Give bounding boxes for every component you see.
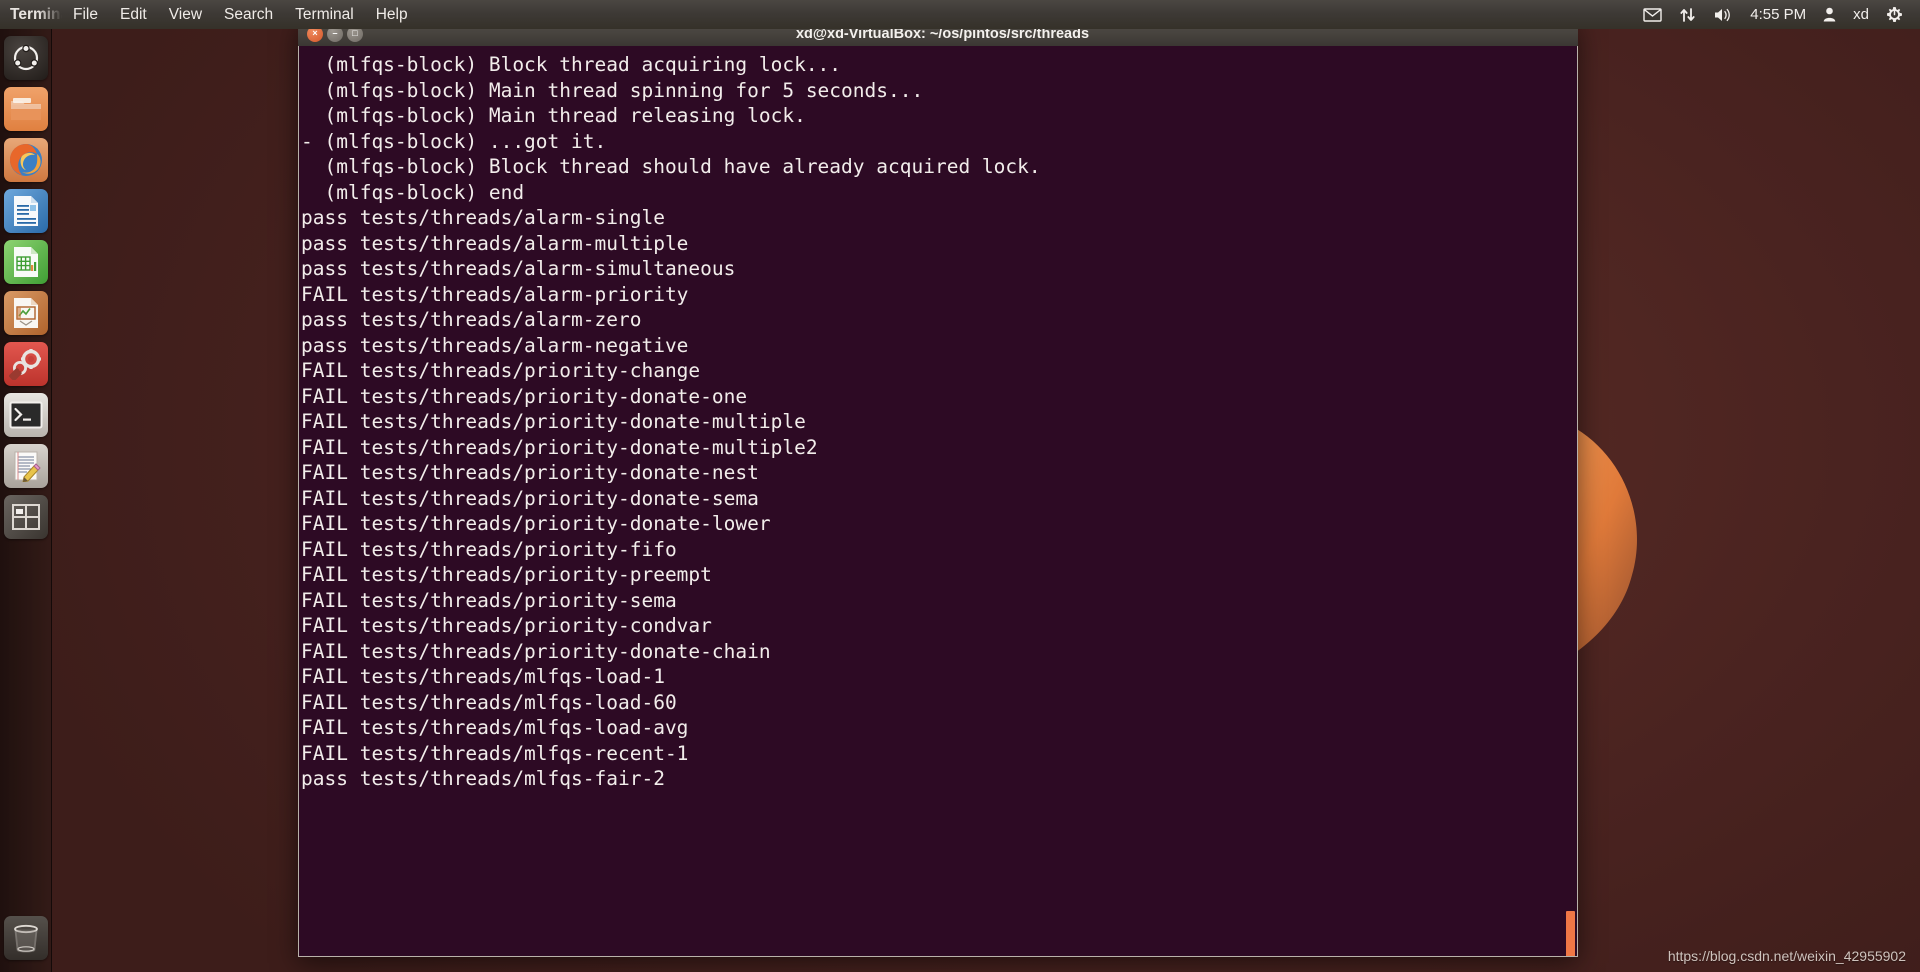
- menu-help[interactable]: Help: [365, 4, 419, 26]
- launcher-item-trash[interactable]: [4, 916, 48, 960]
- terminal-line: pass tests/threads/mlfqs-fair-2: [301, 767, 665, 790]
- envelope-icon[interactable]: [1636, 2, 1669, 28]
- menu-edit[interactable]: Edit: [109, 4, 158, 26]
- presentation-impress-icon: [13, 298, 38, 328]
- terminal-line: pass tests/threads/alarm-negative: [301, 333, 689, 357]
- terminal-line: (mlfqs-block) Block thread acquiring loc…: [301, 53, 842, 76]
- terminal-line: FAIL tests/threads/mlfqs-load-avg: [301, 716, 689, 739]
- unity-launcher: [0, 29, 52, 972]
- gear-power-icon[interactable]: [1879, 2, 1910, 28]
- ubuntu-logo-icon: [13, 44, 38, 71]
- menu-file[interactable]: File: [62, 4, 109, 26]
- maximize-icon: □: [352, 28, 358, 38]
- terminal-line: FAIL tests/threads/priority-donate-multi…: [301, 435, 818, 459]
- launcher-item-system-settings[interactable]: [3, 342, 48, 386]
- workspace-grid-icon: [11, 504, 40, 530]
- terminal-prompt-icon: [9, 401, 42, 429]
- terminal-line: pass tests/threads/alarm-multiple: [301, 231, 689, 255]
- menu-terminal[interactable]: Terminal: [284, 4, 365, 26]
- terminal-line: FAIL tests/threads/priority-donate-nest: [301, 461, 759, 484]
- terminal-line: pass tests/threads/alarm-zero: [301, 308, 642, 331]
- user-icon[interactable]: [1816, 2, 1843, 28]
- terminal-body[interactable]: (mlfqs-block) Block thread acquiring loc…: [298, 46, 1578, 957]
- desktop-background: Terminal File Edit View Search Terminal …: [0, 0, 1920, 972]
- terminal-line: FAIL tests/threads/mlfqs-load-60: [301, 690, 677, 714]
- launcher-item-libreoffice-calc[interactable]: [3, 240, 48, 284]
- terminal-line: FAIL tests/threads/mlfqs-recent-1: [301, 741, 689, 765]
- terminal-line: FAIL tests/threads/mlfqs-load-1: [301, 665, 665, 688]
- username-label[interactable]: xd: [1846, 2, 1876, 28]
- terminal-line: FAIL tests/threads/priority-donate-multi…: [301, 410, 806, 433]
- terminal-line: (mlfqs-block) Main thread releasing lock…: [301, 104, 806, 127]
- terminal-scrollbar[interactable]: [1564, 46, 1577, 956]
- folder-icon: [10, 98, 41, 120]
- terminal-window: × – □ xd@xd-VirtualBox: ~/os/pintos/src/…: [298, 20, 1578, 957]
- clock[interactable]: 4:55 PM: [1743, 2, 1813, 28]
- network-updown-icon[interactable]: [1672, 2, 1703, 28]
- terminal-line: FAIL tests/threads/priority-preempt: [301, 563, 712, 586]
- launcher-item-dash-home[interactable]: [3, 36, 48, 80]
- terminal-line: FAIL tests/threads/alarm-priority: [301, 282, 689, 306]
- scrollbar-thumb[interactable]: [1566, 911, 1575, 956]
- terminal-line: FAIL tests/threads/priority-sema: [301, 588, 677, 612]
- spreadsheet-calc-icon: [13, 247, 38, 277]
- terminal-line: FAIL tests/threads/priority-donate-lower: [301, 512, 771, 535]
- terminal-line: - (mlfqs-block) ...got it.: [301, 129, 607, 153]
- trash-bin-icon: [14, 924, 38, 953]
- terminal-line: (mlfqs-block) Main thread spinning for 5…: [301, 78, 924, 102]
- terminal-line: (mlfqs-block) Block thread should have a…: [301, 155, 1041, 178]
- terminal-line: FAIL tests/threads/priority-donate-chain: [301, 639, 771, 663]
- system-tray: 4:55 PM xd: [1636, 2, 1920, 28]
- menu-view[interactable]: View: [158, 4, 213, 26]
- launcher-item-text-editor[interactable]: [3, 444, 48, 488]
- active-app-name: Terminal: [10, 5, 62, 23]
- watermark-text: https://blog.csdn.net/weixin_42955902: [1667, 948, 1906, 964]
- terminal-line: FAIL tests/threads/priority-fifo: [301, 537, 677, 561]
- launcher-item-libreoffice-impress[interactable]: [3, 291, 48, 335]
- document-writer-icon: [13, 196, 38, 226]
- menu-search[interactable]: Search: [213, 4, 284, 26]
- terminal-line: (mlfqs-block) end: [301, 180, 525, 204]
- launcher-item-firefox[interactable]: [3, 138, 48, 182]
- terminal-line: FAIL tests/threads/priority-change: [301, 359, 701, 382]
- gear-wrench-icon: [8, 349, 41, 380]
- close-icon: ×: [312, 28, 318, 38]
- minimize-icon: –: [332, 28, 338, 38]
- launcher-item-workspace-switcher[interactable]: [3, 495, 48, 539]
- top-panel: Terminal File Edit View Search Terminal …: [0, 0, 1920, 29]
- launcher-item-libreoffice-writer[interactable]: [3, 189, 48, 233]
- terminal-line: FAIL tests/threads/priority-donate-sema: [301, 486, 759, 510]
- terminal-line: FAIL tests/threads/priority-condvar: [301, 614, 712, 637]
- launcher-item-files[interactable]: [3, 87, 48, 131]
- firefox-icon: [9, 144, 42, 176]
- terminal-output: (mlfqs-block) Block thread acquiring loc…: [299, 46, 1577, 792]
- terminal-line: FAIL tests/threads/priority-donate-one: [301, 384, 748, 408]
- terminal-line: pass tests/threads/alarm-simultaneous: [301, 257, 736, 280]
- launcher-item-terminal[interactable]: [3, 393, 48, 437]
- terminal-line: pass tests/threads/alarm-single: [301, 206, 665, 229]
- pencil-document-icon: [14, 451, 41, 482]
- volume-speaker-icon[interactable]: [1706, 2, 1740, 28]
